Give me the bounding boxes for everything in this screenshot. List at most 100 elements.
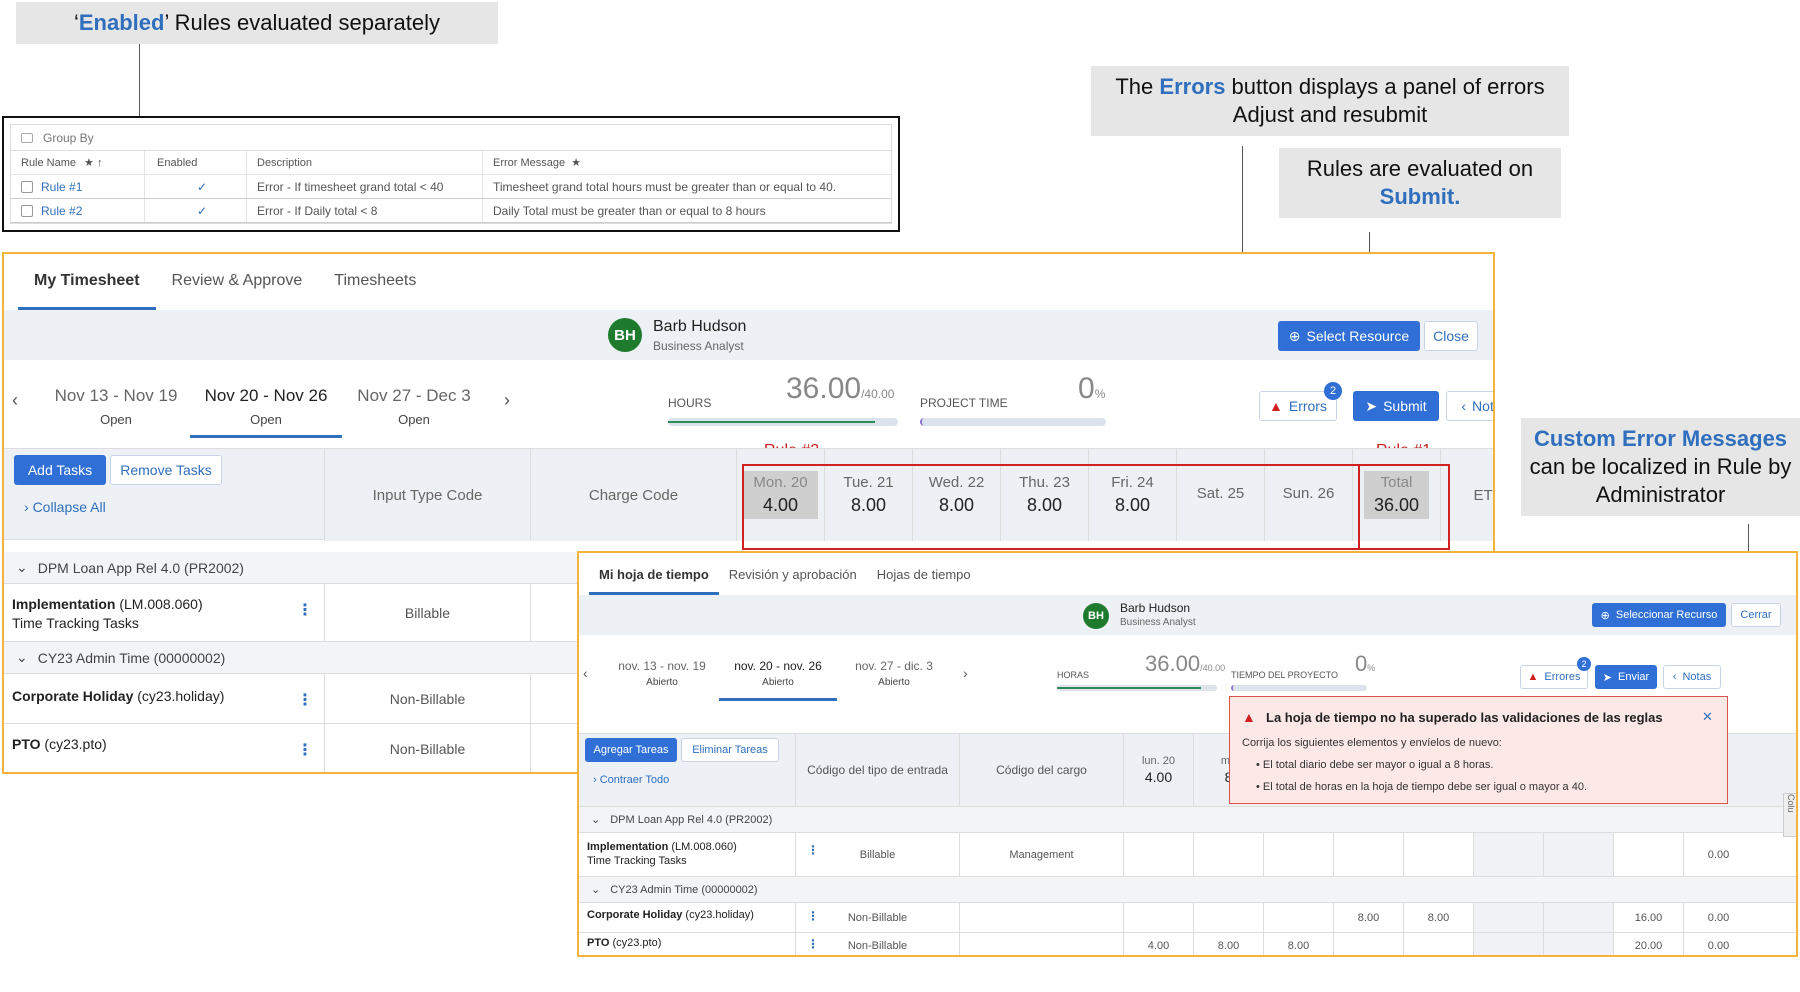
add-tasks-button[interactable]: Add Tasks	[14, 455, 106, 485]
callout-enabled-rules: ‘Enabled’ Rules evaluated separately	[16, 2, 498, 44]
row-checkbox[interactable]	[21, 204, 33, 217]
chevron-left-icon: ‹	[1461, 398, 1467, 414]
callout-errors-button: The Errors button displays a panel of er…	[1091, 66, 1569, 136]
project-time-progress	[1231, 685, 1367, 691]
col-input-type-code: Código del tipo de entrada	[795, 734, 959, 806]
collapse-all-link[interactable]: › Collapse All	[24, 499, 106, 515]
table-row: Implementation (LM.008.060) Time Trackin…	[579, 833, 1796, 877]
week-prev[interactable]: Nov 13 - Nov 19 Open	[44, 386, 188, 427]
user-role: Business Analyst	[653, 339, 744, 353]
add-tasks-button[interactable]: Agregar Tareas	[585, 738, 677, 762]
close-button[interactable]: Close	[1424, 321, 1478, 351]
hours-progress-fill	[1057, 687, 1201, 689]
tab-hojas[interactable]: Hojas de tiempo	[867, 553, 981, 595]
error-panel: ▲ La hoja de tiempo no ha superado las v…	[1229, 696, 1728, 804]
select-resource-button[interactable]: ⊕ Seleccionar Recurso	[1592, 603, 1726, 627]
collapse-all-link[interactable]: › Contraer Todo	[593, 774, 669, 786]
chevron-down-icon: ⌄	[16, 649, 28, 665]
avatar: BH	[1083, 603, 1109, 629]
error-panel-title: La hoja de tiempo no ha superado las val…	[1266, 710, 1663, 725]
rules-table: Group By Rule Name ★ ↑ Enabled Descriptio…	[10, 124, 892, 224]
rule1-highlight	[1358, 464, 1450, 550]
send-icon: ➤	[1365, 397, 1378, 414]
submit-button[interactable]: ➤ Submit	[1353, 391, 1439, 421]
hours-progress	[668, 418, 898, 426]
tab-review-approve[interactable]: Review & Approve	[156, 254, 319, 310]
send-icon: ➤	[1602, 671, 1613, 684]
rules-header: Rule Name ★ ↑ Enabled Description Error M…	[11, 151, 891, 175]
col-charge-code: Charge Code	[530, 449, 736, 541]
project-time-value: 0%	[1078, 372, 1106, 405]
prev-week-icon[interactable]: ‹	[583, 665, 588, 681]
col-description[interactable]: Description	[247, 151, 483, 174]
tab-timesheets[interactable]: Timesheets	[318, 254, 432, 310]
tab-mi-hoja[interactable]: Mi hoja de tiempo	[589, 553, 719, 595]
week-next[interactable]: Nov 27 - Dec 3 Open	[344, 386, 484, 427]
notes-button[interactable]: ‹Notes	[1446, 391, 1493, 421]
group-by-bar[interactable]: Group By	[11, 125, 891, 151]
warning-icon: ▲	[1269, 398, 1283, 414]
required-icon: ★ ↑	[84, 157, 103, 169]
required-icon: ★	[571, 157, 582, 169]
col-input-type-code: Input Type Code	[324, 449, 530, 541]
user-name: Barb Hudson	[1120, 601, 1191, 615]
remove-tasks-button[interactable]: Eliminar Tareas	[681, 738, 779, 762]
hours-value: 36.00/40.00	[1145, 651, 1226, 676]
error-panel-subtitle: Corrija los siguientes elementos y envíe…	[1242, 737, 1502, 749]
prev-week-icon[interactable]: ‹	[12, 390, 18, 411]
resource-icon: ⊕	[1600, 609, 1610, 622]
row-menu-icon[interactable]: ⋮	[297, 690, 313, 710]
rule-link[interactable]: Rule #1	[41, 180, 82, 194]
project-time-progress	[920, 418, 1106, 426]
tab-revision[interactable]: Revisión y aprobación	[719, 553, 867, 595]
col-error-message[interactable]: Error Message ★	[483, 151, 891, 174]
submit-button[interactable]: ➤ Enviar	[1595, 665, 1657, 689]
warning-icon: ▲	[1527, 671, 1539, 683]
hours-value: 36.00/40.00	[786, 372, 895, 405]
project-section[interactable]: ⌄ DPM Loan App Rel 4.0 (PR2002)	[579, 807, 1796, 833]
table-row: Corporate Holiday (cy23.holiday) ⋮ Non-B…	[579, 903, 1796, 933]
week-current[interactable]: Nov 20 - Nov 26 Open	[190, 386, 342, 438]
avatar: BH	[608, 318, 642, 352]
hours-progress	[1057, 685, 1217, 691]
close-button[interactable]: Cerrar	[1731, 603, 1781, 627]
tab-my-timesheet[interactable]: My Timesheet	[18, 254, 156, 310]
week-prev[interactable]: nov. 13 - nov. 19 Abierto	[607, 659, 717, 688]
rule-link[interactable]: Rule #2	[41, 204, 82, 218]
hours-label: HORAS	[1057, 670, 1090, 680]
col-rule-name[interactable]: Rule Name ★ ↑	[11, 151, 145, 174]
next-week-icon[interactable]: ›	[504, 390, 510, 411]
columns-side-tab[interactable]: Colu	[1783, 793, 1796, 837]
enabled-check-icon: ✓	[197, 179, 208, 194]
remove-tasks-button[interactable]: Remove Tasks	[110, 455, 222, 485]
project-time-label: PROJECT TIME	[920, 396, 1008, 410]
errors-count-badge: 2	[1577, 657, 1591, 671]
chevron-left-icon: ‹	[1672, 671, 1677, 683]
week-current[interactable]: nov. 20 - nov. 26 Abierto	[719, 659, 837, 701]
callout-submit: Rules are evaluated on Submit.	[1279, 148, 1561, 218]
row-menu-icon[interactable]: ⋮	[297, 600, 313, 620]
next-week-icon[interactable]: ›	[963, 665, 968, 681]
row-menu-icon[interactable]: ⋮	[297, 740, 313, 760]
error-item: • El total de horas en la hoja de tiempo…	[1256, 781, 1588, 793]
callout-custom-messages: Custom Error Messages can be localized i…	[1521, 418, 1800, 516]
profile-bar: BH Barb Hudson Business Analyst ⊕ Select …	[4, 310, 1493, 360]
col-day-mon: lun. 20 4.00	[1123, 734, 1193, 806]
chevron-down-icon: ⌄	[16, 559, 28, 575]
table-row: Rule #1 ✓ Error - If timesheet grand tot…	[11, 175, 891, 199]
project-time-value: 0%	[1355, 651, 1376, 676]
error-item: • El total diario debe ser mayor o igual…	[1256, 759, 1494, 771]
profile-bar: BH Barb Hudson Business Analyst ⊕ Selecci…	[579, 595, 1796, 635]
week-next[interactable]: nov. 27 - dic. 3 Abierto	[841, 659, 947, 688]
col-enabled[interactable]: Enabled	[145, 151, 247, 174]
row-checkbox[interactable]	[21, 180, 33, 193]
errors-count-badge: 2	[1324, 382, 1342, 400]
notes-button[interactable]: ‹ Notas	[1663, 665, 1721, 689]
error-panel-close-icon[interactable]: ✕	[1702, 709, 1713, 725]
project-time-label: TIEMPO DEL PROYECTO	[1231, 670, 1339, 680]
table-row: Rule #2 ✓ Error - If Daily total < 8 Dai…	[11, 199, 891, 223]
select-resource-button[interactable]: ⊕ Select Resource	[1278, 321, 1420, 351]
chevron-down-icon: ⌄	[591, 814, 601, 826]
group-by-icon	[21, 132, 33, 143]
project-section[interactable]: ⌄ CY23 Admin Time (00000002)	[579, 877, 1796, 903]
